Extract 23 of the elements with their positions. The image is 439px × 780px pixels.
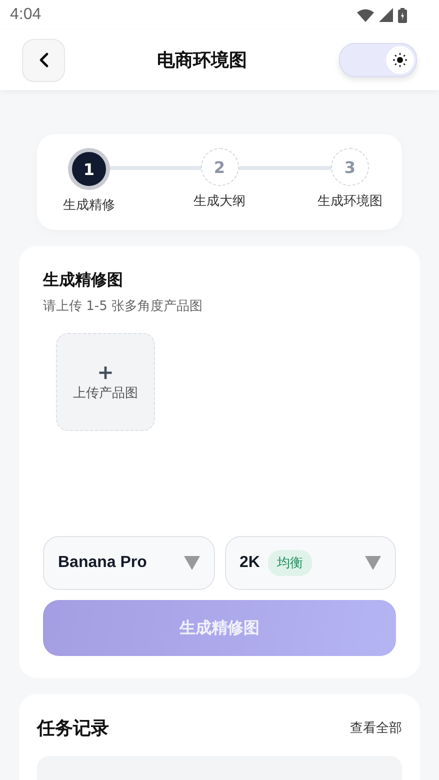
section-subtitle: 请上传 1-5 张多角度产品图 (43, 298, 204, 315)
back-icon (38, 52, 48, 68)
view-all-link[interactable]: 查看全部 (350, 719, 402, 737)
quality-select[interactable]: 2K 均衡 (224, 536, 396, 590)
back-button[interactable] (22, 38, 65, 82)
dropdown-icon (365, 556, 381, 570)
section-title: 任务记录 (37, 717, 109, 740)
model-select[interactable]: Banana Pro (43, 536, 214, 590)
dropdown-icon (184, 556, 200, 570)
quality-tag: 均衡 (268, 550, 312, 576)
step-circle[interactable]: 1 (68, 148, 110, 190)
upload-button[interactable]: + 上传产品图 (56, 333, 155, 431)
page-title: 电商环境图 (157, 49, 247, 72)
wifi-icon (357, 8, 374, 22)
sun-icon (393, 53, 407, 67)
theme-toggle[interactable] (339, 43, 417, 77)
step-label: 生成环境图 (318, 193, 382, 210)
step-label: 生成大纲 (194, 193, 246, 210)
step-label: 生成精修 (63, 197, 115, 214)
battery-icon (398, 8, 407, 22)
status-time: 4:04 (10, 6, 42, 24)
section-title: 生成精修图 (43, 270, 124, 291)
signal-icon (379, 8, 393, 22)
